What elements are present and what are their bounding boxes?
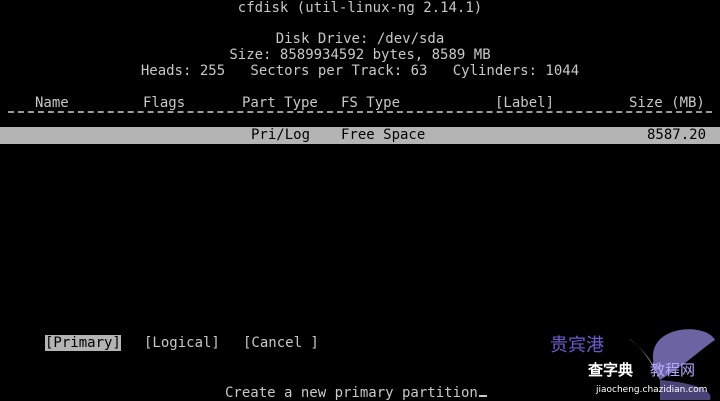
cell-fs-type: Free Space [341, 127, 426, 143]
disk-size-info: Size: 8589934592 bytes, 8589 MB [229, 47, 491, 63]
menu-logical-button[interactable]: [Logical] [144, 335, 220, 351]
status-prompt: Create a new primary partition [225, 383, 487, 401]
column-header-name: Name [35, 95, 69, 111]
text-cursor [478, 383, 487, 397]
app-title: cfdisk (util-linux-ng 2.14.1) [237, 0, 483, 16]
watermark-name-left: 查字典 [588, 361, 634, 379]
disk-drive-info: Disk Drive: /dev/sda [275, 31, 445, 47]
header-separator [8, 111, 712, 115]
disk-geometry-info: Heads: 255 Sectors per Track: 63 Cylinde… [140, 63, 580, 79]
menu-primary-button[interactable]: [Primary] [45, 335, 121, 351]
watermark-url: jiaocheng.chazidian.com [596, 385, 708, 395]
column-header-fs-type: FS Type [341, 95, 401, 111]
watermark: 贵宾港 查字典 教程网 jiaocheng.chazidian.com [510, 320, 720, 400]
cell-part-type: Pri/Log [251, 127, 311, 143]
cell-size: 8587.20 [647, 127, 707, 143]
column-header-label: [Label] [495, 95, 555, 111]
watermark-brand: 贵宾港 [550, 335, 604, 356]
prompt-text: Create a new primary partition [225, 385, 478, 401]
column-header-part-type: Part Type [242, 95, 318, 111]
watermark-name-right: 教程网 [650, 361, 696, 379]
column-header-size: Size (MB) [629, 95, 705, 111]
column-header-flags: Flags [143, 95, 186, 111]
menu-cancel-button[interactable]: [Cancel ] [243, 335, 319, 351]
